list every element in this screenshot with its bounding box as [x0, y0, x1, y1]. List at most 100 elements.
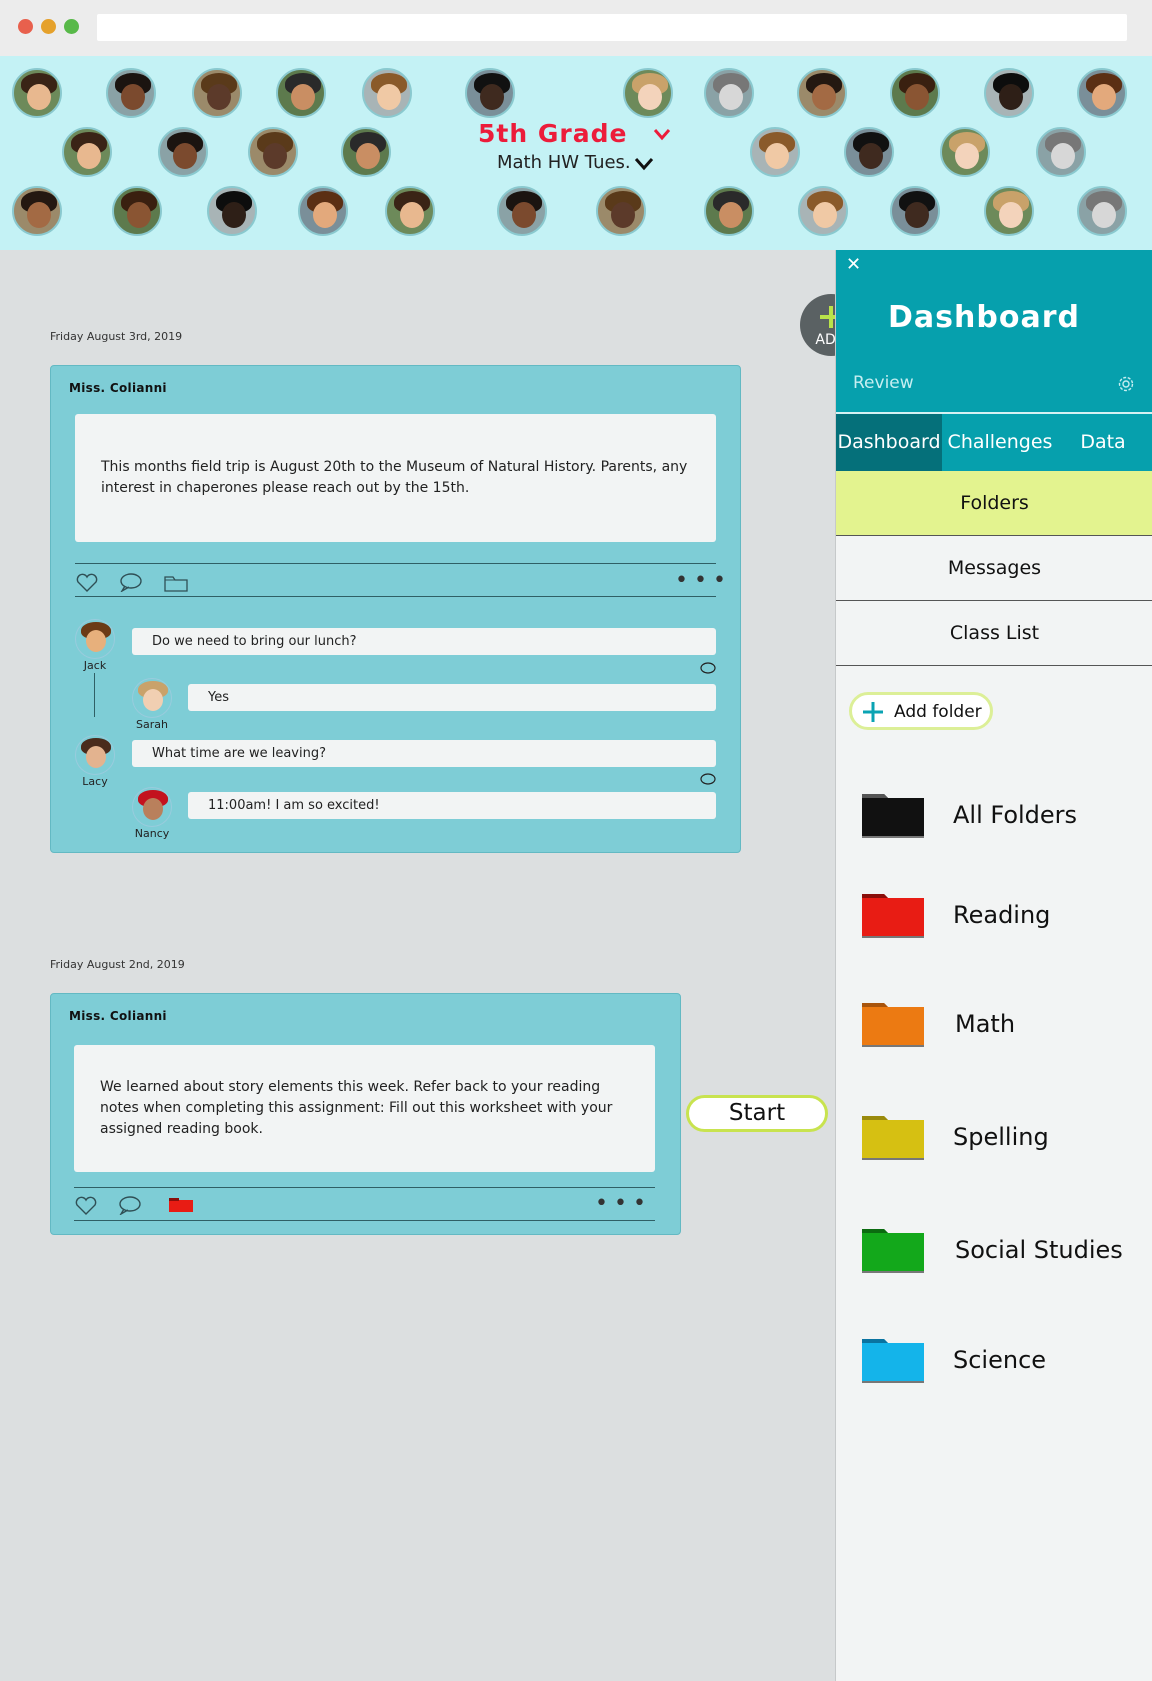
reply-icon[interactable] — [700, 773, 716, 786]
tab-data[interactable]: Data — [1058, 414, 1148, 471]
folder-icon[interactable] — [163, 573, 189, 593]
folder-icon — [862, 794, 924, 838]
folder-item-spelling[interactable]: Spelling — [836, 1109, 1152, 1169]
student-avatar[interactable] — [465, 68, 515, 118]
assignment-selector[interactable]: Math HW Tues. — [497, 152, 631, 173]
close-window-dot[interactable] — [18, 19, 33, 34]
student-avatar[interactable] — [12, 68, 62, 118]
student-avatar[interactable] — [62, 127, 112, 177]
menu-item-messages[interactable]: Messages — [836, 536, 1152, 601]
student-avatar[interactable] — [623, 68, 673, 118]
student-avatar[interactable] — [106, 68, 156, 118]
gear-icon[interactable] — [1116, 374, 1136, 394]
chevron-down-icon[interactable] — [652, 124, 672, 144]
panel-tabs: Dashboard Challenges Data — [836, 414, 1152, 471]
student-avatar[interactable] — [704, 68, 754, 118]
student-avatar[interactable] — [797, 68, 847, 118]
folder-item-social-studies[interactable]: Social Studies — [836, 1222, 1152, 1282]
maximize-window-dot[interactable] — [64, 19, 79, 34]
avatar-face — [638, 84, 662, 110]
avatar-face — [719, 202, 743, 228]
student-avatar[interactable] — [844, 127, 894, 177]
avatar-face — [765, 143, 789, 169]
student-avatar[interactable] — [207, 186, 257, 236]
divider — [75, 563, 716, 564]
avatar-face — [222, 202, 246, 228]
folder-name: Social Studies — [955, 1236, 1123, 1264]
post-card: Miss. Colianni This months field trip is… — [50, 365, 741, 853]
student-avatar[interactable] — [1077, 186, 1127, 236]
student-avatar[interactable] — [362, 68, 412, 118]
student-avatar[interactable] — [497, 186, 547, 236]
start-button[interactable]: Start — [686, 1095, 828, 1132]
student-avatar[interactable] — [1036, 127, 1086, 177]
folder-name: Spelling — [953, 1123, 1049, 1151]
folder-item-math[interactable]: Math — [836, 996, 1152, 1056]
post-author: Miss. Colianni — [69, 381, 167, 395]
post-body: We learned about story elements this wee… — [74, 1045, 655, 1172]
folder-item-reading[interactable]: Reading — [836, 887, 1152, 947]
avatar-face — [611, 202, 635, 228]
reading-folder-icon[interactable] — [168, 1196, 194, 1214]
more-options-icon[interactable]: ••• — [595, 1193, 652, 1215]
post-body-text: This months field trip is August 20th to… — [101, 459, 688, 496]
chevron-down-icon[interactable] — [634, 156, 654, 172]
avatar-face — [377, 84, 401, 110]
minimize-window-dot[interactable] — [41, 19, 56, 34]
avatar — [75, 735, 115, 775]
comment-author: Nancy — [134, 827, 170, 840]
tab-dashboard[interactable]: Dashboard — [836, 414, 942, 471]
avatar-face — [313, 202, 337, 228]
tab-challenges[interactable]: Challenges — [947, 414, 1053, 471]
student-avatar[interactable] — [704, 186, 754, 236]
student-avatar[interactable] — [596, 186, 646, 236]
review-link[interactable]: Review — [853, 373, 914, 393]
comment-icon[interactable] — [119, 572, 143, 592]
avatar-face — [27, 84, 51, 110]
dashboard-panel: ✕ Dashboard Review Dashboard Challenges … — [835, 250, 1152, 1681]
grade-title[interactable]: 5th Grade — [478, 119, 678, 148]
avatar-face — [127, 202, 151, 228]
student-avatar[interactable] — [940, 127, 990, 177]
student-avatar[interactable] — [890, 186, 940, 236]
menu-item-class-list[interactable]: Class List — [836, 601, 1152, 666]
student-avatar[interactable] — [192, 68, 242, 118]
menu-item-folders[interactable]: Folders — [836, 471, 1152, 536]
avatar-face — [905, 202, 929, 228]
more-options-icon[interactable]: ••• — [675, 570, 732, 592]
folder-item-science[interactable]: Science — [836, 1332, 1152, 1392]
student-avatar[interactable] — [798, 186, 848, 236]
avatar-face — [999, 202, 1023, 228]
add-folder-button[interactable]: Add folder — [849, 692, 993, 730]
heart-icon[interactable] — [75, 573, 99, 593]
folder-icon — [862, 1229, 924, 1273]
reply-icon[interactable] — [700, 662, 716, 675]
student-avatar[interactable] — [158, 127, 208, 177]
avatar — [75, 619, 115, 659]
avatar-face — [813, 202, 837, 228]
avatar-face — [1051, 143, 1075, 169]
student-avatar[interactable] — [1077, 68, 1127, 118]
divider — [74, 1187, 655, 1188]
student-avatar[interactable] — [341, 127, 391, 177]
close-icon[interactable]: ✕ — [846, 254, 861, 275]
student-avatar[interactable] — [276, 68, 326, 118]
student-avatar[interactable] — [12, 186, 62, 236]
avatar-face — [207, 84, 231, 110]
comment-icon[interactable] — [118, 1195, 142, 1215]
student-avatar[interactable] — [984, 68, 1034, 118]
heart-icon[interactable] — [74, 1196, 98, 1216]
avatar-face — [173, 143, 197, 169]
avatar-face — [400, 202, 424, 228]
folder-item-all[interactable]: All Folders — [836, 787, 1152, 847]
student-avatar[interactable] — [298, 186, 348, 236]
student-avatar[interactable] — [890, 68, 940, 118]
student-avatar[interactable] — [112, 186, 162, 236]
student-avatar[interactable] — [385, 186, 435, 236]
student-avatar[interactable] — [248, 127, 298, 177]
student-avatar[interactable] — [750, 127, 800, 177]
folder-name: Science — [953, 1346, 1047, 1374]
student-avatar[interactable] — [984, 186, 1034, 236]
address-bar[interactable] — [97, 14, 1127, 41]
class-header: 5th Grade Math HW Tues. — [0, 56, 1152, 250]
